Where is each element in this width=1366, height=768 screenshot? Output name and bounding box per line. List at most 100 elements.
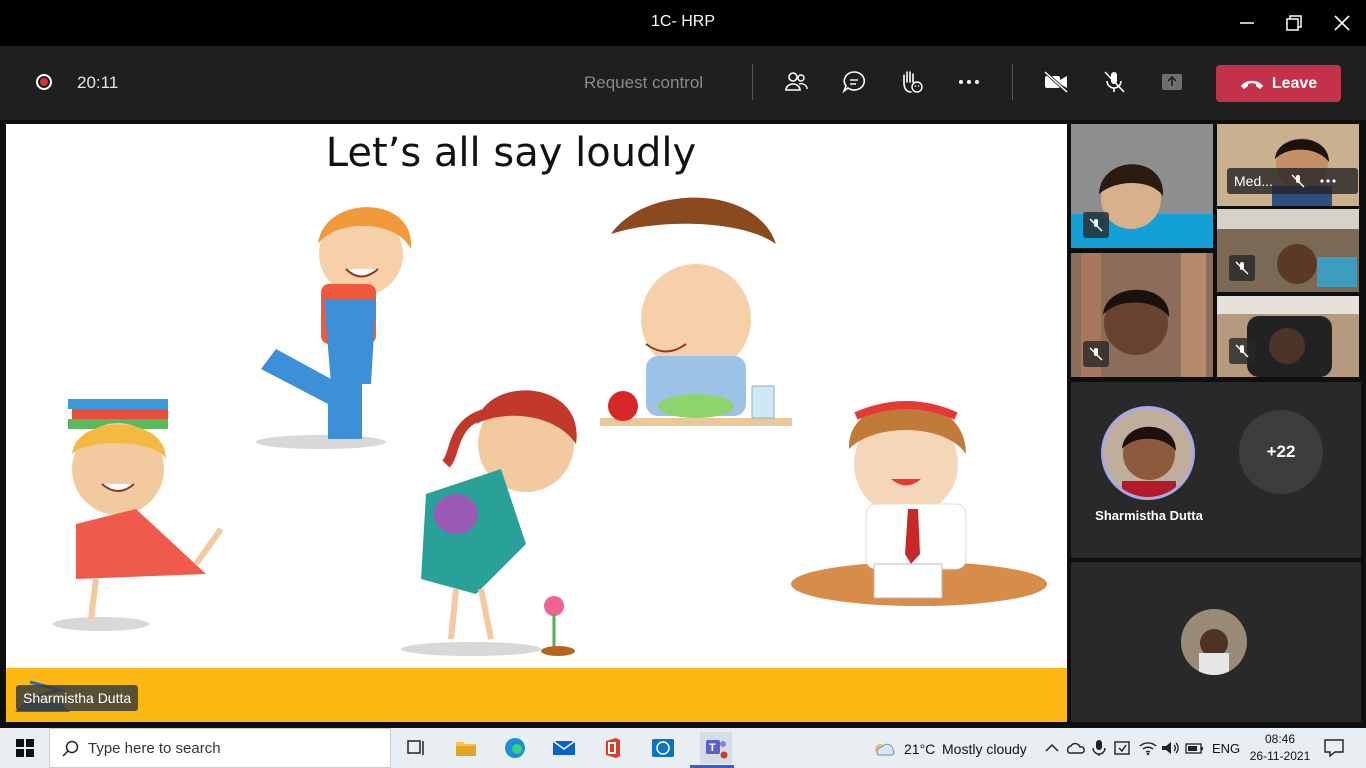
dell-app-button[interactable]	[651, 736, 675, 760]
search-placeholder: Type here to search	[88, 740, 221, 757]
girl-with-books-illustration	[53, 399, 224, 631]
minimize-icon	[1240, 22, 1254, 24]
more-icon	[959, 80, 979, 84]
participant-video-tile[interactable]	[1217, 296, 1359, 377]
share-content-button[interactable]	[1158, 68, 1186, 96]
writing-girl-illustration	[791, 401, 1047, 606]
camera-off-icon	[1043, 70, 1069, 94]
self-avatar[interactable]	[1181, 609, 1247, 675]
chevron-up-icon	[1045, 743, 1059, 752]
start-button[interactable]	[13, 736, 37, 760]
leave-label: Leave	[1271, 74, 1318, 92]
restore-icon	[1286, 15, 1302, 31]
meeting-timer: 20:11	[77, 73, 119, 92]
notifications-button[interactable]	[1322, 736, 1346, 760]
title-bar: 1C- HRP	[0, 0, 1366, 46]
onedrive-icon	[1066, 742, 1085, 754]
taskbar-search-box[interactable]: Type here to search	[49, 728, 391, 768]
participant-video-tile[interactable]	[1071, 253, 1213, 377]
edge-icon	[505, 738, 525, 758]
avatar[interactable]	[1101, 406, 1195, 500]
toolbar-divider	[1012, 64, 1013, 100]
clock-date[interactable]: 26-11-2021	[1247, 749, 1313, 763]
toolbar-divider	[752, 64, 753, 100]
featured-participant-name: Sharmistha Dutta	[1095, 508, 1203, 523]
shared-content-stage: Let’s all say loudly Sharmistha Dutta	[6, 124, 1067, 722]
task-view-button[interactable]	[404, 736, 428, 760]
battery-button[interactable]	[1183, 736, 1207, 760]
folder-icon	[456, 742, 476, 756]
meeting-toolbar: 20:11 Request control Leave	[0, 46, 1366, 120]
chat-icon	[842, 71, 866, 94]
participants-button[interactable]	[782, 68, 810, 96]
weather-temperature: 21°C	[904, 741, 936, 757]
participant-video-tile[interactable]	[1217, 209, 1359, 292]
weather-widget[interactable]	[872, 736, 896, 760]
muted-mic-icon	[1291, 174, 1305, 188]
battery-icon	[1185, 743, 1203, 754]
weather-description: Mostly cloudy	[942, 741, 1027, 757]
speaker-icon	[1162, 742, 1179, 754]
show-hidden-icons-button[interactable]	[1040, 736, 1064, 760]
microphone-tray-button[interactable]	[1087, 736, 1111, 760]
slide-illustration	[53, 197, 1047, 656]
cloud-icon	[875, 743, 895, 756]
dell-icon	[652, 739, 674, 757]
network-button[interactable]	[1136, 736, 1160, 760]
microphone-icon	[1092, 740, 1106, 756]
mail-button[interactable]	[552, 736, 576, 760]
window-title: 1C- HRP	[650, 13, 715, 30]
muted-mic-icon	[1229, 338, 1255, 364]
muted-mic-icon	[1083, 212, 1109, 238]
camera-toggle-button[interactable]	[1042, 68, 1070, 96]
windows-taskbar: Type here to search T 21°C Mostly cloudy…	[0, 728, 1366, 768]
task-view-icon	[407, 740, 424, 755]
muted-mic-icon	[1229, 255, 1255, 281]
bending-girl-illustration	[401, 390, 577, 656]
raise-hand-icon	[903, 71, 923, 93]
more-options-button[interactable]	[955, 68, 983, 96]
onedrive-button[interactable]	[1063, 736, 1087, 760]
search-icon	[62, 740, 79, 757]
self-photo	[1181, 609, 1247, 675]
presenter-name-tag: Sharmistha Dutta	[16, 685, 139, 711]
close-window-button[interactable]	[1327, 8, 1357, 38]
request-control-button[interactable]: Request control	[584, 73, 703, 93]
wifi-icon	[1139, 742, 1157, 756]
eating-boy-illustration	[600, 197, 792, 426]
clock-time[interactable]: 08:46	[1262, 732, 1298, 746]
teams-button[interactable]: T	[700, 732, 732, 764]
slide-footer-band	[6, 668, 1067, 722]
mic-off-icon	[1104, 71, 1125, 93]
more-icon[interactable]	[1319, 174, 1337, 188]
mic-toggle-button[interactable]	[1100, 68, 1128, 96]
participant-name-bar: Med...	[1227, 168, 1358, 194]
hang-up-icon	[1240, 80, 1263, 89]
svg-text:T: T	[709, 742, 716, 754]
leave-button[interactable]: Leave	[1216, 65, 1341, 102]
teams-icon: T	[706, 740, 728, 759]
more-participants-button[interactable]: +22	[1239, 410, 1323, 494]
file-explorer-button[interactable]	[454, 736, 478, 760]
edge-button[interactable]	[503, 736, 527, 760]
self-view-panel	[1071, 562, 1361, 722]
minimize-button[interactable]	[1232, 8, 1262, 38]
windows-logo-icon	[16, 739, 34, 757]
office-icon	[606, 738, 620, 758]
volume-button[interactable]	[1159, 736, 1183, 760]
featured-participants-panel: Sharmistha Dutta +22	[1071, 382, 1361, 558]
input-language[interactable]: ENG	[1212, 741, 1240, 756]
participant-video-tile[interactable]	[1071, 124, 1213, 248]
office-button[interactable]	[601, 736, 625, 760]
chat-button[interactable]	[840, 68, 868, 96]
participant-video	[1217, 296, 1359, 377]
meet-now-button[interactable]	[1111, 736, 1135, 760]
meet-now-icon	[1114, 741, 1130, 755]
reactions-button[interactable]	[897, 68, 925, 96]
participant-photo	[1104, 409, 1192, 497]
restore-button[interactable]	[1279, 8, 1309, 38]
participant-name: Med...	[1234, 173, 1273, 189]
participant-video-tile[interactable]: Med...	[1217, 124, 1359, 206]
share-tray-icon	[1162, 74, 1182, 90]
muted-mic-icon	[1083, 341, 1109, 367]
